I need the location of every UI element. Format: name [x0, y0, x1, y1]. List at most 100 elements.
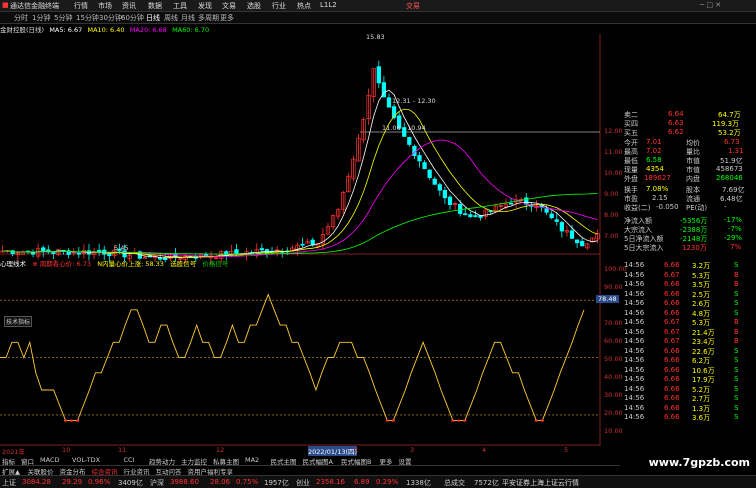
app-icon: ■	[2, 1, 9, 9]
period-tab[interactable]: 月线	[181, 13, 195, 23]
ma60-label: MA60: 6.70	[172, 26, 210, 34]
menu-hot[interactable]: 热点	[297, 1, 311, 11]
period-toolbar: 分时 1分钟 5分钟 15分钟 30分钟 60分钟 日线 周线 月线 多周期 更…	[0, 12, 756, 24]
period-tab[interactable]: 5分钟	[54, 13, 72, 23]
candle-body	[544, 208, 549, 213]
sub-tick: 90.00	[604, 283, 623, 291]
buy-signal-marker	[70, 419, 74, 422]
stat-row: 现量 4354 市值 458673	[624, 165, 743, 174]
ma-legend: 金财控股(日线) MA5: 6.67 MA10: 6.40 MA20: 6.68…	[0, 24, 600, 34]
bottom-annotation: 5.45	[114, 244, 129, 252]
indicator-tab[interactable]: VOL-TDX	[72, 456, 100, 464]
tick-row: 14:56 6.66 3.5万 B	[624, 280, 739, 289]
trade-link[interactable]: 交易	[406, 1, 420, 11]
tick-row: 14:56 6.66 2.5万 S	[624, 289, 739, 299]
period-tab[interactable]: 30分钟	[99, 13, 122, 23]
buy-signal-marker	[540, 419, 544, 422]
candle-body	[437, 184, 442, 191]
candle-body	[574, 239, 580, 244]
menu-select[interactable]: 选股	[247, 1, 261, 11]
order-level: 买五 6.62 53.2万	[624, 128, 741, 137]
candle-body	[234, 249, 239, 255]
order-level: 卖二 6.64 64.7万	[624, 110, 741, 119]
sub-legend-item: N内量心价上涨: 58.33	[97, 260, 164, 268]
period-tab[interactable]: 15分钟	[76, 13, 99, 23]
ma10-line	[2, 108, 598, 258]
candle-body	[422, 162, 427, 170]
candle-body	[407, 137, 412, 145]
period-tab-active[interactable]: 日线	[146, 13, 160, 23]
title-bar: ■ 通达信金融终端 行情 市场 资讯 数据 工具 发现 文易 选股 行业 热点 …	[0, 0, 756, 12]
candle-body	[376, 66, 381, 84]
window-controls[interactable]: ─ □ ✕	[700, 1, 721, 9]
stat-row: 换手 7.08% 股本 7.69亿	[624, 185, 745, 194]
menu-news[interactable]: 资讯	[122, 1, 136, 11]
candle-body	[442, 190, 448, 199]
indicator-tab[interactable]: MACD	[40, 456, 59, 464]
stat-row: 最低 6.58 市值 51.9亿	[624, 156, 743, 165]
high-annotation: 15.83	[366, 33, 385, 41]
candle-body	[300, 243, 305, 246]
indicator-tab[interactable]: CCI	[124, 456, 135, 464]
kline-chart[interactable]	[0, 34, 620, 446]
quote-panel: 卖二 6.64 64.7万 买四 6.63 119.3万 买五 6.62 53.…	[624, 106, 746, 451]
period-tab-more[interactable]: 更多	[220, 13, 234, 23]
menu-tools[interactable]: 工具	[173, 1, 187, 11]
stock-name: 金财控股(日线)	[0, 26, 45, 34]
buy-signal-marker	[451, 419, 455, 422]
period-tab[interactable]: 1分钟	[32, 13, 50, 23]
candle-body	[41, 247, 46, 252]
menu-market[interactable]: 市场	[98, 1, 112, 11]
ma20-label: MA20: 6.68	[129, 26, 167, 34]
app-title: 通达信金融终端	[10, 2, 59, 10]
tick-row: 14:56 6.66 17.9万 S	[624, 375, 739, 384]
price-tick: 10.00	[604, 169, 623, 177]
ma10-label: MA10: 6.40	[87, 26, 125, 34]
candle-body	[473, 215, 478, 217]
period-tab[interactable]: 多周期	[198, 13, 219, 23]
sub-tick: 10.00	[604, 427, 623, 435]
price-tick: 12.00	[604, 127, 623, 135]
stat-row: 最高 7.02 量比 1.31	[624, 147, 744, 156]
sub-indicator-name[interactable]: 心理线术	[0, 260, 26, 268]
price-tick: 7.00	[604, 232, 619, 240]
indicator-tag[interactable]: 技术指标	[4, 316, 33, 327]
menu-discover[interactable]: 发现	[198, 1, 212, 11]
candle-body	[51, 252, 56, 254]
candle-body	[554, 219, 559, 222]
period-tab[interactable]: 分时	[14, 13, 28, 23]
menu-industry[interactable]: 行业	[272, 1, 286, 11]
candle-body	[463, 213, 468, 216]
order-level: 买四 6.63 119.3万	[624, 119, 740, 128]
candle-body	[549, 213, 554, 219]
tick-row: 14:56 6.66 2.7万 S	[624, 394, 739, 403]
period-tab[interactable]: 周线	[164, 13, 178, 23]
menu-l1l2[interactable]: L1L2	[320, 1, 337, 9]
menu-quote[interactable]: 行情	[74, 1, 88, 11]
sub-legend: 心理线术 ⊕ 周期看心价: 6.73 N内量心价上涨: 58.33 选股信号 价…	[0, 258, 600, 268]
candle-body	[468, 214, 473, 218]
indicator-tabs: 指标 窗口 MACD VOL-TDX CCI 趋势动力 主力监控 私募主图 MA2 民式主图 民式幅…	[0, 456, 620, 466]
sub-tick: 30.00	[604, 391, 623, 399]
buy-signal-marker	[75, 419, 79, 422]
menu-data[interactable]: 数据	[148, 1, 162, 11]
watermark: www.7gpzb.com	[648, 456, 750, 469]
tick-row: 14:56 6.67 5.3万 B	[624, 318, 739, 327]
sub-tick: 50.00	[604, 355, 623, 363]
ma5-label: MA5: 6.67	[49, 26, 83, 34]
tick-row: 14:56 6.66 2.6万 S	[624, 299, 739, 308]
time-axis: 2021年 10 11 12 2022/01/13(四) 2 3 4 5	[2, 446, 602, 456]
sub-tick: 70.00	[604, 319, 623, 327]
sub-legend-item: ⊕ 周期看心价: 6.73	[32, 260, 91, 268]
tick-row: 14:56 6.66 5.2万 S	[624, 384, 739, 394]
tick-row: 14:56 6.66 6.2万 S	[624, 356, 739, 365]
stat-row: 收益(二) -0.050 PE(动) -	[624, 203, 727, 212]
buy-signal-marker	[534, 419, 538, 422]
candle-body	[432, 178, 437, 185]
ma20-line	[2, 139, 598, 257]
period-tab[interactable]: 60分钟	[121, 13, 144, 23]
indicator-tab[interactable]: MA2	[245, 456, 259, 464]
candle-body	[508, 202, 514, 205]
ma5-line	[2, 89, 598, 259]
menu-trade-text[interactable]: 文易	[222, 1, 236, 11]
